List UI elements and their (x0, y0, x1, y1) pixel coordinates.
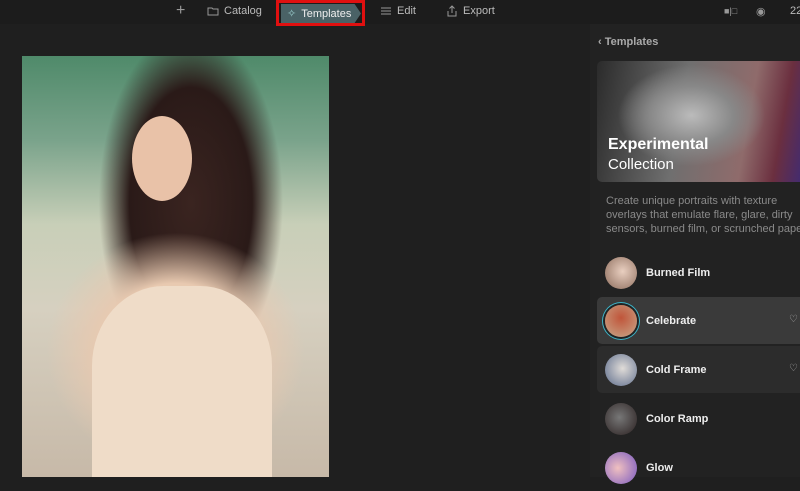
thumbnail (605, 451, 637, 484)
heart-icon[interactable]: ♡ (789, 314, 799, 325)
zoom-readout: 22 (790, 0, 800, 22)
item-label: Burned Film (646, 266, 711, 279)
photo-canvas[interactable] (22, 56, 329, 477)
split-view-icon: ■|□ (724, 6, 738, 16)
template-item-cold-frame[interactable]: Cold Frame ♡ (597, 346, 800, 393)
item-label: Celebrate (646, 314, 697, 327)
folder-icon (207, 7, 219, 16)
preview-button[interactable]: ◉ (756, 0, 766, 22)
template-item-burned-film[interactable]: Burned Film (597, 249, 800, 296)
desc-line: Create unique portraits with texture (606, 195, 778, 207)
template-item-glow[interactable]: Glow (597, 444, 800, 491)
thumbnail (605, 304, 637, 337)
template-item-color-ramp[interactable]: Color Ramp (597, 395, 800, 442)
edit-tab[interactable]: Edit (380, 0, 416, 22)
template-item-celebrate[interactable]: Celebrate ♡ (597, 297, 800, 344)
desc-line: overlays that emulate flare, glare, dirt… (606, 209, 793, 221)
templates-tab-highlight[interactable]: ✧ Templates (276, 0, 365, 26)
chevron-left-icon: ‹ (598, 36, 605, 48)
collection-hero[interactable]: Experimental Collection (597, 61, 800, 182)
desc-line: sensors, burned film, or scrunched paper (606, 223, 800, 235)
collection-description: Create unique portraits with texture ove… (606, 194, 800, 236)
thumbnail (605, 353, 637, 386)
compare-button[interactable]: ■|□ (724, 0, 737, 22)
plus-icon: + (176, 2, 186, 19)
add-button[interactable]: + (176, 0, 185, 22)
catalog-label: Catalog (224, 5, 262, 17)
back-button[interactable]: ‹ Templates (598, 36, 658, 48)
export-tab[interactable]: Export (446, 0, 495, 22)
thumbnail (605, 402, 637, 435)
item-label: Cold Frame (646, 363, 707, 376)
hero-title: Experimental (608, 136, 709, 153)
eye-icon: ◉ (756, 5, 766, 18)
sliders-icon (381, 7, 391, 15)
heart-icon[interactable]: ♡ (789, 363, 799, 374)
share-icon (447, 5, 457, 17)
templates-label: Templates (301, 7, 352, 20)
item-label: Color Ramp (646, 412, 709, 425)
hero-subtitle: Collection (608, 156, 674, 173)
catalog-tab[interactable]: Catalog (207, 0, 262, 22)
magic-wand-icon: ✧ (287, 8, 297, 20)
back-label: Templates (604, 36, 659, 48)
thumbnail (605, 256, 637, 289)
item-label: Glow (646, 461, 673, 474)
edit-label: Edit (397, 5, 416, 17)
zoom-text: 22 (790, 5, 800, 17)
export-label: Export (463, 5, 495, 17)
